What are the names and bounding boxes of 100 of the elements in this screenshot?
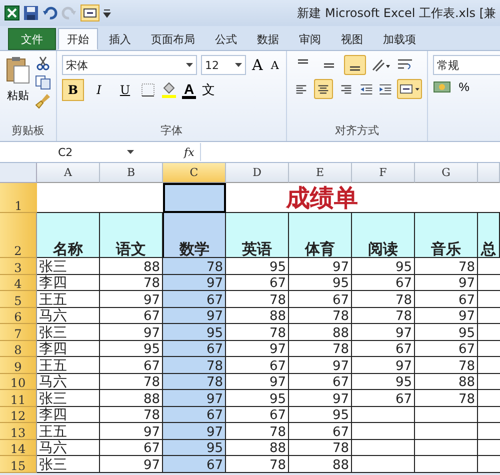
table-cell: 78: [226, 423, 289, 440]
table-cell: 78: [163, 374, 226, 390]
row-header[interactable]: 1: [0, 183, 37, 213]
caret-icon[interactable]: [186, 62, 193, 68]
table-cell: 95: [289, 274, 352, 291]
table-cell: 67: [352, 274, 415, 291]
ribbon-tab[interactable]: 文件: [8, 28, 56, 50]
font-size-field[interactable]: 12: [201, 55, 246, 75]
ribbon-tab[interactable]: 审阅: [290, 28, 330, 50]
table-cell: 李四: [37, 340, 100, 357]
row-header[interactable]: 3: [0, 258, 37, 274]
paste-button[interactable]: 粘贴: [5, 55, 31, 103]
ribbon-tab[interactable]: 数据: [248, 28, 288, 50]
table-cell: 张三: [37, 456, 100, 472]
fill-color-icon[interactable]: [160, 81, 178, 99]
name-box[interactable]: C2: [8, 143, 138, 161]
grow-font-button[interactable]: A: [250, 56, 265, 74]
table-cell: 95: [415, 324, 478, 340]
table-cell: 97: [163, 308, 226, 324]
row-header[interactable]: 14: [0, 440, 37, 456]
ribbon-tab[interactable]: 插入: [100, 28, 140, 50]
table-cell: 67: [415, 340, 478, 357]
save-icon[interactable]: [23, 5, 39, 21]
border-icon[interactable]: [140, 82, 156, 98]
fx-label[interactable]: fx: [184, 146, 194, 158]
row-header[interactable]: 9: [0, 357, 37, 374]
font-name-field[interactable]: 宋体: [62, 55, 197, 75]
row-header[interactable]: 11: [0, 390, 37, 406]
shrink-font-button[interactable]: A: [268, 58, 281, 72]
row-header[interactable]: 12: [0, 406, 37, 423]
currency-icon[interactable]: [432, 79, 453, 95]
caret-icon[interactable]: [235, 62, 242, 68]
table-cell: 67: [226, 274, 289, 291]
table-cell: 97: [226, 374, 289, 390]
table-cell: 78: [352, 291, 415, 308]
column-header[interactable]: E: [289, 163, 352, 183]
table-cell: 95: [289, 406, 352, 423]
header-cell: 英语: [226, 213, 289, 258]
scissors-icon[interactable]: [35, 55, 51, 71]
merge-cells-icon[interactable]: [396, 79, 422, 99]
table-cell: 97: [352, 324, 415, 340]
row-header[interactable]: 5: [0, 291, 37, 308]
caret-icon[interactable]: [127, 150, 134, 154]
row-header[interactable]: 2: [0, 213, 37, 258]
ribbon-tab[interactable]: 视图: [332, 28, 372, 50]
column-header[interactable]: C: [163, 163, 226, 183]
row-header[interactable]: 8: [0, 340, 37, 357]
phonetic-button[interactable]: 文: [200, 81, 218, 99]
table-cell: 97: [163, 390, 226, 406]
table-cell: 67: [352, 340, 415, 357]
column-header[interactable]: A: [37, 163, 100, 183]
ribbon-tab[interactable]: 开始: [58, 28, 98, 50]
table-cell: 王五: [37, 291, 100, 308]
brush-icon[interactable]: [35, 93, 51, 109]
customize-caret-icon[interactable]: [103, 8, 111, 18]
merge-cells-icon[interactable]: [80, 4, 100, 22]
row-header[interactable]: 4: [0, 274, 37, 291]
table-cell: 67: [163, 291, 226, 308]
ribbon-tab[interactable]: 页面布局: [142, 28, 204, 50]
table-cell: 78: [163, 357, 226, 374]
row-header[interactable]: 10: [0, 374, 37, 390]
copy-icon[interactable]: [35, 74, 51, 90]
ribbon-tab[interactable]: 加载项: [374, 28, 425, 50]
table-cell: 马六: [37, 308, 100, 324]
column-header[interactable]: G: [415, 163, 478, 183]
row-header[interactable]: 15: [0, 456, 37, 472]
font-style-button[interactable]: B: [62, 79, 84, 101]
row-header[interactable]: 6: [0, 308, 37, 324]
align-lines-icon[interactable]: [314, 79, 333, 99]
table-cell: 88: [226, 440, 289, 456]
table-cell: 67: [163, 340, 226, 357]
ribbon-tab[interactable]: 公式: [206, 28, 246, 50]
font-style-button[interactable]: I: [88, 79, 110, 101]
column-header[interactable]: F: [352, 163, 415, 183]
column-header[interactable]: D: [226, 163, 289, 183]
table-cell: 67: [289, 291, 352, 308]
active-cell[interactable]: [163, 183, 226, 213]
number-format-field[interactable]: 常规: [432, 55, 500, 75]
table-cell: 67: [289, 374, 352, 390]
table-cell: 李四: [37, 406, 100, 423]
font-color-button[interactable]: A: [182, 82, 196, 98]
table-cell: 王五: [37, 423, 100, 440]
undo-icon[interactable]: [42, 5, 58, 21]
font-style-button[interactable]: U: [114, 79, 136, 101]
excel-icon[interactable]: [4, 5, 20, 21]
table-cell: [352, 456, 415, 472]
column-header[interactable]: B: [100, 163, 163, 183]
row-header[interactable]: 13: [0, 423, 37, 440]
table-cell: 78: [415, 390, 478, 406]
table-cell: [415, 440, 478, 456]
column-header[interactable]: [478, 163, 500, 183]
table-cell: [415, 406, 478, 423]
align-lines-icon[interactable]: [344, 55, 366, 75]
group-label: 剪贴板: [10, 123, 46, 138]
table-cell: 67: [226, 406, 289, 423]
table-cell: 88: [289, 324, 352, 340]
row-header[interactable]: 7: [0, 324, 37, 340]
header-cell: 音乐: [415, 213, 478, 258]
percent-button[interactable]: %: [456, 80, 472, 94]
table-cell: [415, 423, 478, 440]
